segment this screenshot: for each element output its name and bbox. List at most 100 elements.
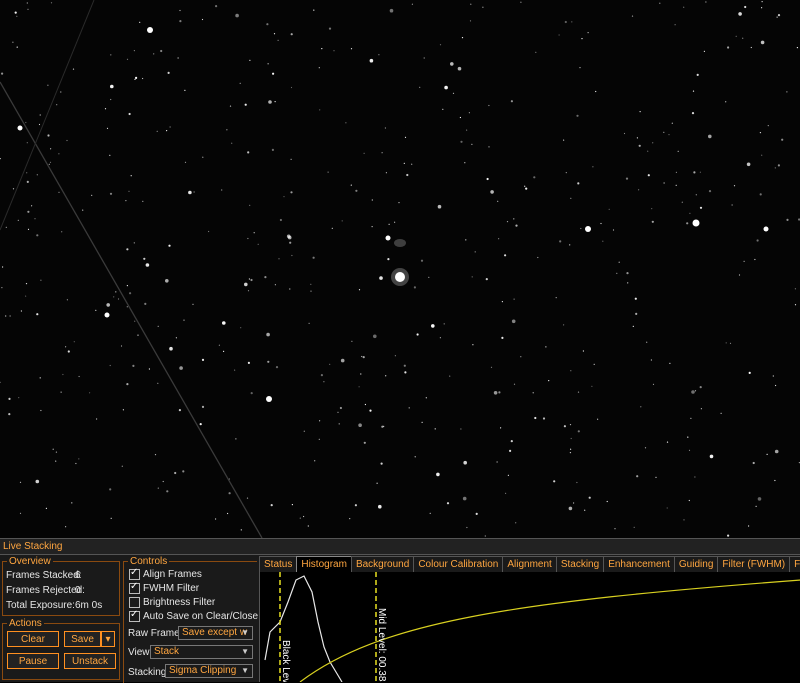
star (633, 526, 635, 529)
star (126, 285, 128, 287)
star (270, 504, 273, 507)
tab-enhancement[interactable]: Enhancement (603, 556, 675, 572)
star (457, 66, 462, 71)
tab-filter-fwhm[interactable]: Filter (FWHM) (717, 556, 791, 572)
star (411, 163, 413, 165)
star (674, 24, 676, 26)
star (759, 193, 762, 196)
star (246, 497, 249, 499)
star (12, 41, 14, 43)
tab-stacking[interactable]: Stacking (555, 556, 605, 572)
unstack-button[interactable]: Unstack (64, 653, 116, 669)
star (498, 238, 500, 240)
fwhm-filter-checkbox[interactable] (129, 581, 140, 594)
star (555, 297, 557, 299)
star (58, 191, 60, 193)
star (110, 517, 112, 519)
star (794, 288, 797, 290)
auto-save-checkbox[interactable] (129, 609, 140, 622)
align-frames-checkbox[interactable] (129, 567, 140, 580)
star (338, 423, 340, 425)
star (388, 223, 390, 225)
view-select[interactable]: Stack ▼ (150, 645, 253, 659)
star (240, 327, 242, 329)
star (26, 142, 28, 144)
star (275, 366, 279, 369)
star (450, 62, 454, 66)
star (144, 302, 147, 305)
star (727, 534, 730, 537)
star (748, 371, 751, 374)
star (669, 362, 671, 364)
tab-colour-calibration[interactable]: Colour Calibration (413, 556, 504, 572)
star (691, 390, 695, 394)
star (708, 134, 712, 139)
save-button[interactable]: Save (64, 631, 101, 647)
star (534, 416, 537, 420)
star (36, 313, 39, 316)
star (122, 409, 124, 411)
star (385, 375, 387, 377)
save-dropdown-button[interactable]: ▾ (101, 631, 115, 647)
star (423, 57, 425, 59)
star (201, 405, 205, 408)
star (40, 409, 42, 412)
stacking-select[interactable]: Sigma Clipping ▼ (165, 664, 253, 678)
star (404, 136, 407, 138)
star (588, 496, 591, 499)
star (52, 448, 54, 450)
star (507, 474, 509, 476)
clear-button[interactable]: Clear (7, 631, 59, 647)
star (26, 180, 29, 183)
stacked-image-view[interactable] (0, 0, 800, 538)
star (60, 91, 62, 93)
star (274, 284, 276, 286)
star (179, 9, 181, 12)
star (67, 350, 70, 353)
star (524, 185, 526, 187)
star (775, 384, 777, 387)
star (82, 209, 84, 211)
star (145, 263, 150, 267)
star (91, 194, 93, 196)
tab-filter-brightness[interactable]: Filter (Brightness) (789, 556, 800, 572)
tab-guiding[interactable]: Guiding (673, 556, 719, 572)
star (542, 417, 546, 420)
star (735, 35, 737, 37)
star (179, 366, 183, 370)
star (513, 218, 515, 220)
star (510, 100, 513, 103)
star (267, 360, 270, 363)
tab-background[interactable]: Background (350, 556, 415, 572)
pause-button[interactable]: Pause (7, 653, 59, 669)
star (663, 131, 665, 133)
star (227, 512, 229, 515)
star (559, 240, 562, 243)
tab-histogram[interactable]: Histogram (296, 556, 352, 572)
star (618, 261, 620, 263)
star (593, 363, 595, 365)
brightness-filter-checkbox[interactable] (129, 597, 140, 608)
raw-frames-select[interactable]: Save except w ▼ (178, 626, 253, 640)
star (314, 460, 316, 462)
star (744, 5, 747, 9)
star (231, 142, 233, 144)
star (291, 504, 293, 506)
chevron-down-icon: ▾ (105, 634, 111, 645)
star (27, 8, 29, 10)
star (644, 447, 647, 449)
star (485, 278, 488, 281)
star (635, 312, 638, 315)
star (385, 172, 387, 174)
star (25, 121, 27, 124)
histogram-plot[interactable]: Black Level Mid Level: 00.385 (259, 572, 800, 682)
star (439, 44, 442, 46)
star (363, 441, 366, 444)
star (731, 204, 733, 206)
star (689, 212, 691, 214)
star (469, 20, 472, 22)
tab-alignment[interactable]: Alignment (502, 556, 557, 572)
star (192, 303, 194, 305)
star (16, 15, 18, 17)
tab-status[interactable]: Status (259, 556, 298, 572)
